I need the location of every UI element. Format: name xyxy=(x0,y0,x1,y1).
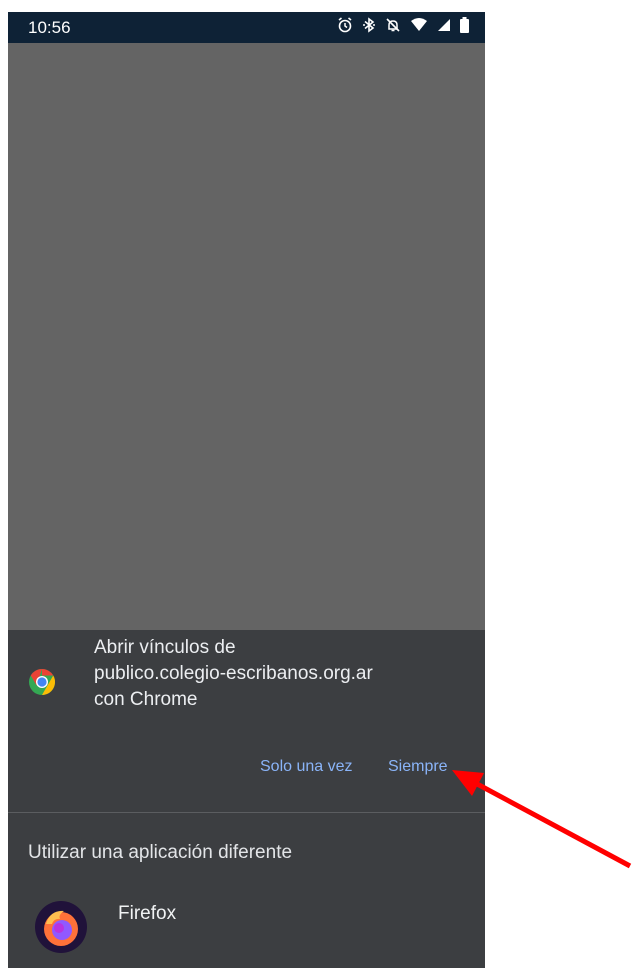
status-bar: 10:56 xyxy=(8,12,485,43)
dimmed-background[interactable] xyxy=(8,43,485,630)
phone-screen: 10:56 Abrir vínculos de publico.colegio-… xyxy=(8,12,485,968)
battery-icon xyxy=(460,17,469,33)
app-item-firefox[interactable]: Firefox xyxy=(8,892,485,968)
divider xyxy=(8,812,485,813)
bluetooth-icon xyxy=(363,17,375,33)
just-once-button[interactable]: Solo una vez xyxy=(260,758,353,776)
status-icons xyxy=(337,17,469,33)
open-with-sheet: Abrir vínculos de publico.colegio-escrib… xyxy=(8,630,485,968)
chrome-icon xyxy=(29,669,56,695)
alternative-apps-heading: Utilizar una aplicación diferente xyxy=(28,842,293,863)
app-label: Firefox xyxy=(118,903,177,924)
title-line: publico.colegio-escribanos.org.ar xyxy=(94,663,373,684)
title-line: Abrir vínculos de xyxy=(94,637,236,658)
mute-icon xyxy=(386,18,400,32)
always-button[interactable]: Siempre xyxy=(388,758,448,776)
alarm-icon xyxy=(338,17,352,33)
signal-icon xyxy=(438,19,450,31)
title-line: con Chrome xyxy=(94,689,198,710)
sheet-title: Abrir vínculos de publico.colegio-escrib… xyxy=(94,635,474,713)
status-time: 10:56 xyxy=(28,18,71,37)
firefox-icon xyxy=(35,901,87,953)
wifi-icon xyxy=(411,18,427,31)
